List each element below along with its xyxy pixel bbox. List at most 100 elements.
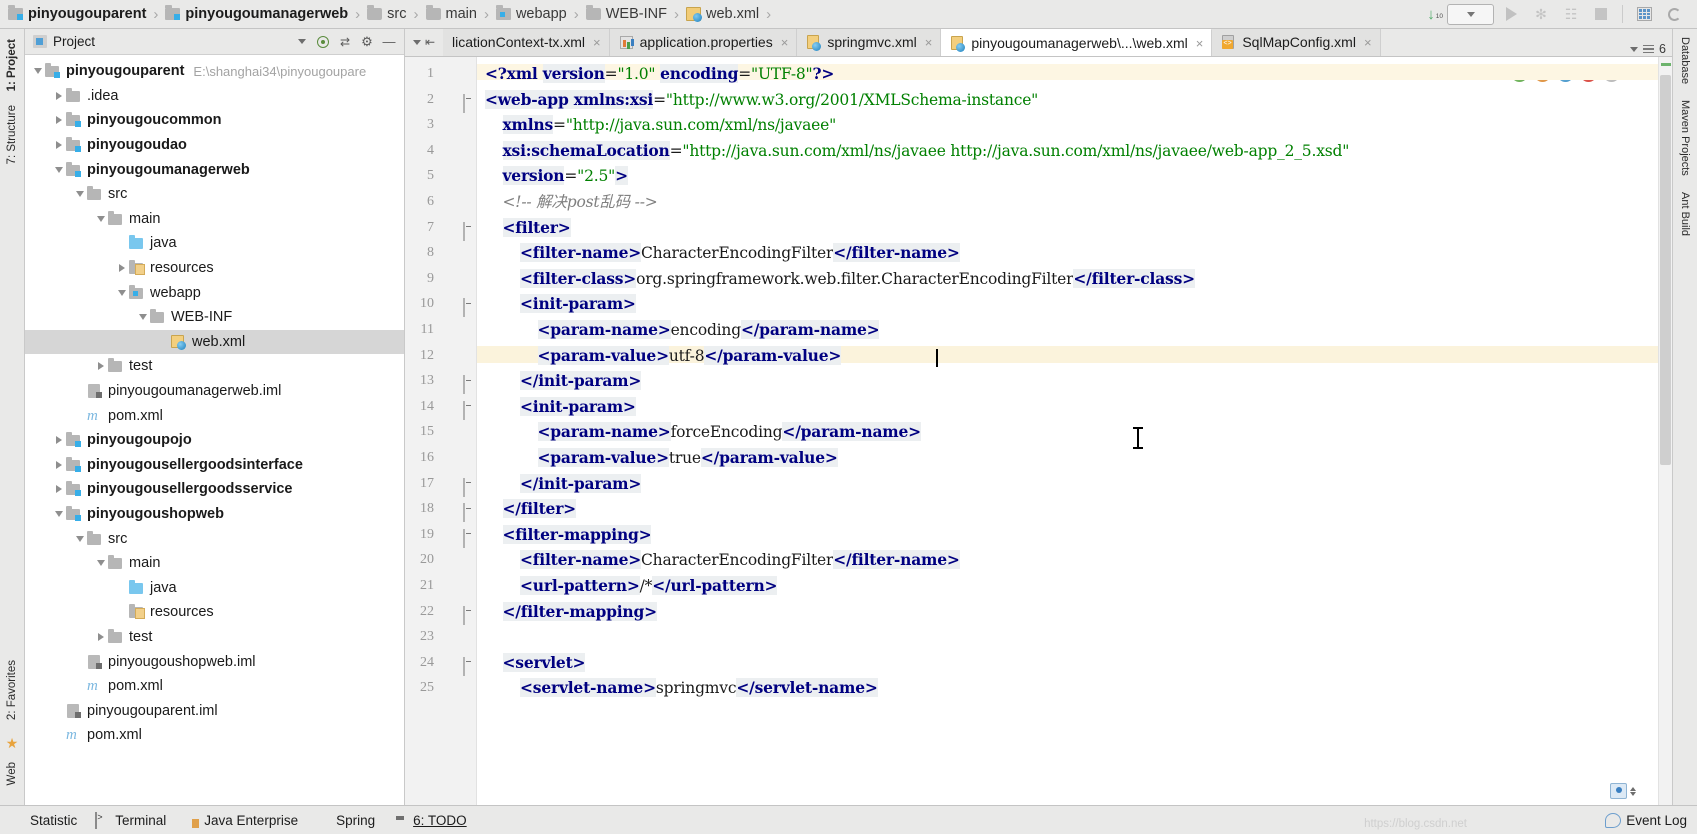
breadcrumb-item-web-xml[interactable]: web.xml xyxy=(684,0,761,28)
tree-node[interactable]: src xyxy=(25,182,404,207)
tree-node[interactable]: pinyougoudao xyxy=(25,133,404,158)
expand-twisty-icon[interactable] xyxy=(52,141,65,150)
tab-list-controls[interactable]: ⇤ xyxy=(405,29,443,56)
close-icon[interactable]: × xyxy=(593,35,601,50)
close-icon[interactable]: × xyxy=(1364,35,1372,50)
status-item-terminal[interactable]: Terminal xyxy=(95,811,166,829)
tree-node[interactable]: resources xyxy=(25,600,404,625)
fold-expanded-icon[interactable] xyxy=(463,528,474,548)
tree-node[interactable]: src xyxy=(25,526,404,551)
tree-node[interactable]: m pom.xml xyxy=(25,723,404,748)
sidebar-item-structure[interactable]: 7: Structure xyxy=(6,105,18,164)
fold-expanded-icon[interactable] xyxy=(463,298,474,318)
hide-panel-button[interactable]: ― xyxy=(378,31,400,53)
collapse-twisty-icon[interactable] xyxy=(52,166,65,173)
stop-button[interactable] xyxy=(1588,3,1614,25)
sidebar-item-maven-projects[interactable]: Maven Projects xyxy=(1679,100,1691,176)
tree-node[interactable]: pinyougoushopweb.iml xyxy=(25,649,404,674)
tree-node[interactable]: pinyougousellergoodsservice xyxy=(25,477,404,502)
expand-twisty-icon[interactable] xyxy=(115,264,128,273)
tree-node[interactable]: main xyxy=(25,551,404,576)
fold-end-icon[interactable] xyxy=(463,605,474,625)
collapse-twisty-icon[interactable] xyxy=(115,289,128,296)
tree-node[interactable]: test xyxy=(25,625,404,650)
status-item-spring[interactable]: Spring xyxy=(316,813,375,828)
collapse-twisty-icon[interactable] xyxy=(73,191,86,198)
fold-end-icon[interactable] xyxy=(463,503,474,523)
run-coverage-button[interactable]: ☷ xyxy=(1558,3,1584,25)
collapse-twisty-icon[interactable] xyxy=(31,68,44,75)
sidebar-item-project[interactable]: 1: Project xyxy=(6,39,18,91)
editor-scrollbar-thumb[interactable] xyxy=(1660,75,1671,465)
tree-node[interactable]: pinyougouparent.iml xyxy=(25,698,404,723)
editor-tab[interactable]: licationContext-tx.xml × xyxy=(443,29,610,56)
close-icon[interactable]: × xyxy=(781,35,789,50)
editor-tab[interactable]: application.properties × xyxy=(609,29,798,56)
run-button[interactable] xyxy=(1498,3,1524,25)
project-tree[interactable]: pinyougouparent E:\shanghai34\pinyougoupa… xyxy=(25,55,404,805)
user-icon[interactable] xyxy=(1610,783,1627,799)
editor-status-icons[interactable] xyxy=(1610,783,1636,799)
fold-end-icon[interactable] xyxy=(463,477,474,497)
editor-tab[interactable]: springmvc.xml × xyxy=(797,29,942,56)
fold-expanded-icon[interactable] xyxy=(463,656,474,676)
breadcrumb-item-main[interactable]: main xyxy=(424,0,479,28)
code-content[interactable]: ✓ ● ● ⚙ <?xml version="1.0" encoding="UT… xyxy=(477,57,1658,805)
tree-node[interactable]: java xyxy=(25,575,404,600)
database-button[interactable] xyxy=(1631,3,1657,25)
editor-tab[interactable]: SqlMapConfig.xml × xyxy=(1212,29,1381,56)
tree-node[interactable]: pinyougoucommon xyxy=(25,108,404,133)
breadcrumb-item-pinyougoumanagerweb[interactable]: pinyougoumanagerweb xyxy=(163,0,350,28)
tree-node[interactable]: m pom.xml xyxy=(25,403,404,428)
tab-overflow-controls[interactable]: 6 xyxy=(1630,42,1672,56)
status-item-statistic[interactable]: Statistic xyxy=(10,813,77,828)
tree-node[interactable]: java xyxy=(25,231,404,256)
sidebar-item-database[interactable]: Database xyxy=(1679,37,1691,84)
collapse-twisty-icon[interactable] xyxy=(52,510,65,517)
tree-node[interactable]: main xyxy=(25,207,404,232)
collapse-twisty-icon[interactable] xyxy=(94,560,107,567)
tree-node[interactable]: resources xyxy=(25,256,404,281)
locate-in-tree-button[interactable] xyxy=(312,31,334,53)
event-log-button[interactable]: Event Log xyxy=(1605,812,1687,828)
expand-twisty-icon[interactable] xyxy=(52,436,65,445)
tree-node[interactable]: m pom.xml xyxy=(25,674,404,699)
fold-end-icon[interactable] xyxy=(463,375,474,395)
tree-node[interactable]: pinyougouparent E:\shanghai34\pinyougoupa… xyxy=(25,59,404,84)
tree-node[interactable]: .idea xyxy=(25,84,404,109)
breadcrumb-item-webapp[interactable]: webapp xyxy=(494,0,569,28)
debug-button[interactable]: ✻ xyxy=(1528,3,1554,25)
expand-twisty-icon[interactable] xyxy=(94,632,107,641)
expand-twisty-icon[interactable] xyxy=(52,91,65,100)
fold-expanded-icon[interactable] xyxy=(463,221,474,241)
refresh-button[interactable] xyxy=(1661,3,1687,25)
code-editor[interactable]: 1 2 3 4 5 6 7 8 9 10 11 12 13 14 15 16 17 18 19 20 21 22 23 24 2… xyxy=(405,57,1672,805)
tree-node[interactable]: pinyougousellergoodsinterface xyxy=(25,453,404,478)
tree-node[interactable]: WEB-INF xyxy=(25,305,404,330)
view-selector-chevron-icon[interactable] xyxy=(298,39,306,44)
breadcrumb-item-web-inf[interactable]: WEB-INF xyxy=(584,0,669,28)
fold-expanded-icon[interactable] xyxy=(463,400,474,420)
expand-twisty-icon[interactable] xyxy=(52,460,65,469)
expand-twisty-icon[interactable] xyxy=(52,116,65,125)
collapse-twisty-icon[interactable] xyxy=(136,314,149,321)
line-number-gutter[interactable]: 1 2 3 4 5 6 7 8 9 10 11 12 13 14 15 16 17 18 19 20 21 22 23 24 2… xyxy=(405,57,477,805)
tree-node[interactable]: pinyougoumanagerweb xyxy=(25,157,404,182)
expand-twisty-icon[interactable] xyxy=(52,485,65,494)
error-stripe-markers[interactable] xyxy=(1658,57,1672,805)
collapse-twisty-icon[interactable] xyxy=(73,535,86,542)
close-icon[interactable]: × xyxy=(1196,36,1204,51)
collapse-all-button[interactable]: ⇄ xyxy=(334,31,356,53)
status-item-java-enterprise[interactable]: Java Enterprise xyxy=(184,813,298,828)
breadcrumb-item-src[interactable]: src xyxy=(365,0,408,28)
collapse-twisty-icon[interactable] xyxy=(94,215,107,222)
tree-node[interactable]: pinyougoushopweb xyxy=(25,502,404,527)
close-icon[interactable]: × xyxy=(925,35,933,50)
run-configuration-selector[interactable] xyxy=(1447,3,1494,25)
tree-node[interactable]: pinyougoumanagerweb.iml xyxy=(25,379,404,404)
expand-twisty-icon[interactable] xyxy=(94,362,107,371)
status-item-todo[interactable]: 6: TODO xyxy=(393,813,467,828)
fold-expanded-icon[interactable] xyxy=(463,93,474,113)
tree-node[interactable]: pinyougoupojo xyxy=(25,428,404,453)
tree-node-selected[interactable]: web.xml xyxy=(25,329,404,355)
